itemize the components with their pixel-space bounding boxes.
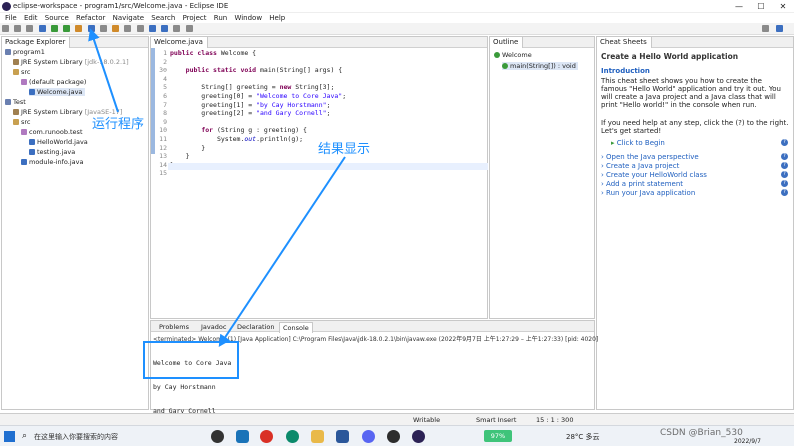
result-arrow (218, 156, 346, 347)
run-arrow (88, 28, 119, 113)
annotation-arrows (88, 28, 346, 347)
